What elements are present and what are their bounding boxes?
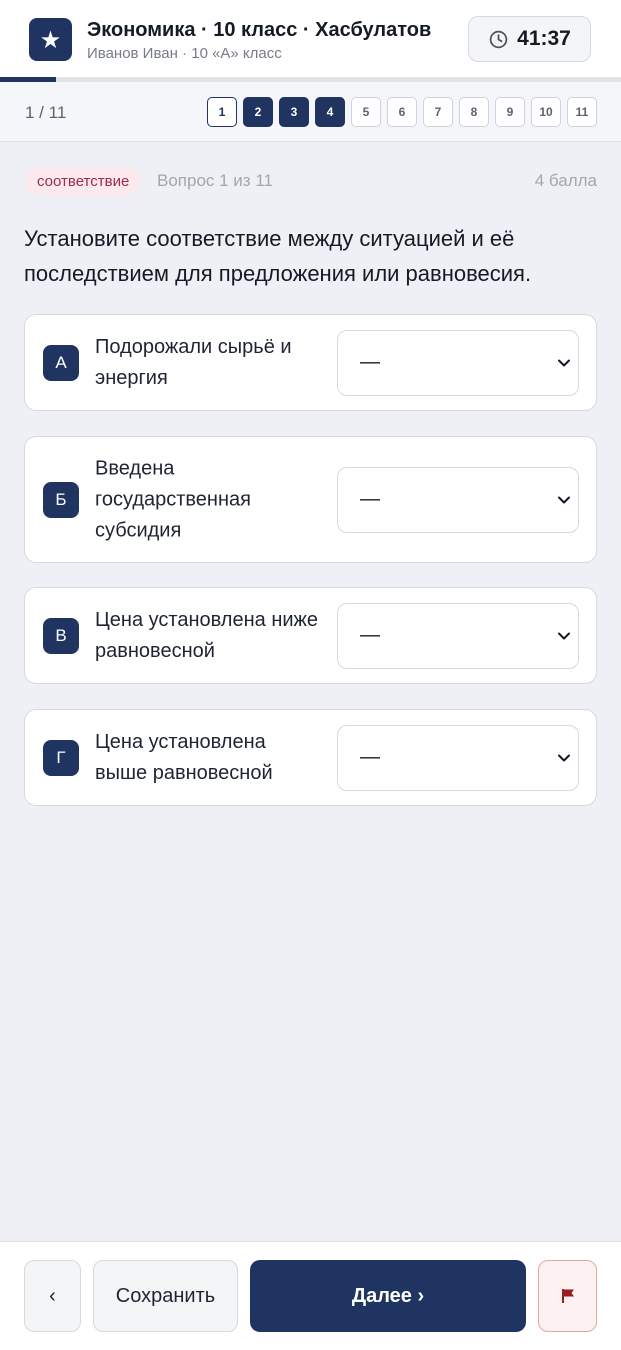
question-number-button[interactable]: 6 [387,97,417,127]
question-number-button[interactable]: 2 [243,97,273,127]
question-number-button[interactable]: 3 [279,97,309,127]
question-buttons: 1 2 3 4 5 6 7 8 9 10 11 [207,97,597,127]
match-letter: Б [43,481,79,518]
question-number-button[interactable]: 8 [459,97,489,127]
question-number-button[interactable]: 4 [315,97,345,127]
question-number-button[interactable]: 11 [567,97,597,127]
match-row: В Цена установлена ниже равновесной — [24,587,597,684]
page-title: Экономика · 10 класс · Хасбулатов [87,19,432,41]
match-text: Введена государственная субсидия [95,457,251,541]
match-text: Подорожали сырьё и энергия [95,335,292,389]
question-points: 4 балла [534,171,597,190]
question-counter: 1 / 11 [25,103,67,122]
select-value: — [360,487,380,510]
match-letter: В [43,617,79,654]
select-value: — [360,623,380,646]
chevron-down-icon [558,754,570,761]
back-button[interactable]: ‹ [24,1260,81,1332]
question-type-badge: соответствие [25,167,142,195]
question-text: Установите соответствие между ситуацией … [24,226,532,286]
student-info: Иванов Иван · 10 «А» класс [87,45,282,62]
answer-select[interactable]: — [337,466,579,533]
chevron-down-icon [558,496,570,503]
answer-select[interactable]: — [337,602,579,669]
match-row: Б Введена государственная субсидия — [24,436,597,563]
footer-toolbar: ‹ Сохранить Далее › [0,1241,621,1350]
question-position: Вопрос 1 из 11 [157,171,273,190]
star-logo-icon: ★ [29,18,72,61]
flag-button[interactable] [538,1260,597,1332]
match-letter: А [43,344,79,381]
question-navigation: 1 / 11 1 2 3 4 5 6 7 8 9 10 11 [0,82,621,142]
select-value: — [360,350,380,373]
question-number-button[interactable]: 9 [495,97,525,127]
save-button[interactable]: Сохранить [93,1260,238,1332]
clock-icon [489,30,508,48]
timer: 41:37 [468,16,591,62]
question-number-button[interactable]: 7 [423,97,453,127]
match-text: Цена установлена ниже равновесной [95,608,319,662]
select-value: — [360,745,380,768]
match-row: Г Цена установлена выше равновесной — [24,709,597,806]
flag-icon [561,1289,574,1303]
question-number-button[interactable]: 1 [207,97,237,127]
match-text: Цена установлена выше равновесной [95,730,273,784]
app-header: ★ Экономика · 10 класс · Хасбулатов Иван… [0,0,621,78]
chevron-down-icon [558,632,570,639]
chevron-down-icon [558,359,570,366]
timer-value: 41:37 [517,27,571,50]
next-button[interactable]: Далее › [250,1260,526,1332]
answer-select[interactable]: — [337,724,579,791]
match-letter: Г [43,739,79,776]
answer-select[interactable]: — [337,329,579,396]
match-row: А Подорожали сырьё и энергия — [24,314,597,411]
question-number-button[interactable]: 10 [531,97,561,127]
question-number-button[interactable]: 5 [351,97,381,127]
